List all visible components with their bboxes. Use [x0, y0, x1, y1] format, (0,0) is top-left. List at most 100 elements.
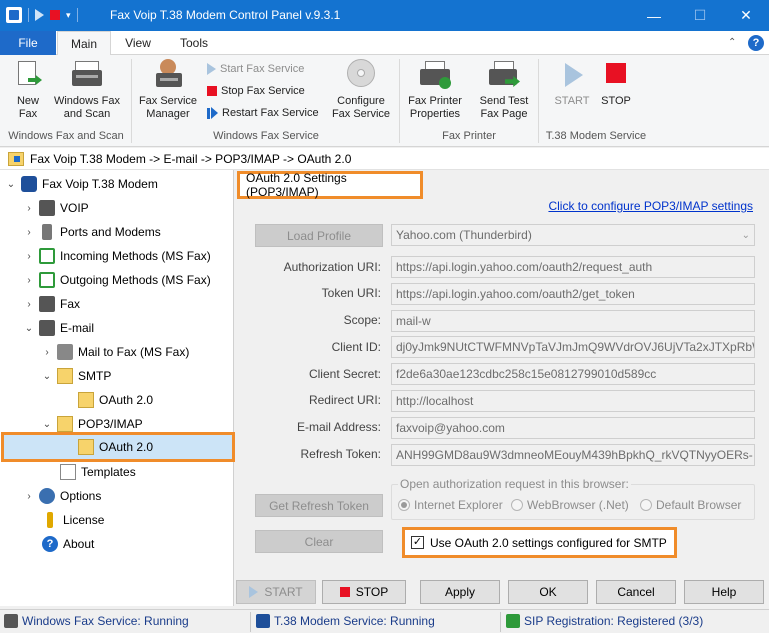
- help-button[interactable]: Help: [684, 580, 764, 604]
- tree-item-smtp-oauth[interactable]: OAuth 2.0: [78, 388, 153, 412]
- status-sip-registration[interactable]: SIP Registration: Registered (3/3): [506, 614, 703, 628]
- t38-start-button[interactable]: START: [552, 59, 592, 108]
- status-modem-service[interactable]: T.38 Modem Service: Running: [256, 614, 435, 628]
- configure-fax-service-button[interactable]: Configure Fax Service: [328, 59, 394, 121]
- token-uri-field[interactable]: https://api.login.yahoo.com/oauth2/get_t…: [391, 283, 755, 305]
- tree-item-templates[interactable]: Templates: [60, 460, 136, 484]
- sip-phone-icon: [506, 614, 520, 628]
- redirect-uri-label: Redirect URI:: [308, 393, 381, 407]
- fax-service-manager-button[interactable]: Fax Service Manager: [136, 59, 200, 121]
- radio-default-browser[interactable]: Default Browser: [640, 498, 741, 512]
- tab-main[interactable]: Main: [57, 31, 111, 56]
- fax-printer-properties-button[interactable]: Fax Printer Properties: [404, 59, 466, 121]
- tree-item-email[interactable]: ⌄ E-mail: [24, 316, 94, 340]
- chevron-down-icon[interactable]: ⌄: [42, 419, 52, 430]
- tree-item-about[interactable]: ? About: [42, 532, 94, 556]
- scope-field[interactable]: mail-w: [391, 310, 755, 332]
- redirect-uri-field[interactable]: http://localhost: [391, 390, 755, 412]
- radio-icon: [640, 499, 652, 511]
- chevron-right-icon[interactable]: ›: [24, 275, 34, 286]
- tree-item-outgoing[interactable]: › Outgoing Methods (MS Fax): [24, 268, 211, 292]
- fax-machine-icon: [71, 59, 103, 91]
- restart-fax-service-button[interactable]: Restart Fax Service: [207, 107, 319, 119]
- group-label-fax-printer: Fax Printer: [442, 130, 496, 142]
- tab-view[interactable]: View: [114, 31, 162, 55]
- clear-button[interactable]: Clear: [255, 530, 383, 553]
- checkbox-checked-icon: ✓: [411, 536, 424, 549]
- email-field[interactable]: faxvoip@yahoo.com: [391, 417, 755, 439]
- tree-item-pop3imap[interactable]: ⌄ POP3/IMAP: [42, 412, 143, 436]
- fax-icon: [39, 296, 55, 312]
- tab-file[interactable]: File: [0, 31, 56, 55]
- minimize-button[interactable]: —: [631, 0, 677, 31]
- profile-select[interactable]: Yahoo.com (Thunderbird) ⌄: [391, 224, 755, 246]
- chevron-right-icon[interactable]: ›: [24, 227, 34, 238]
- chevron-down-icon[interactable]: ⌄: [24, 323, 34, 334]
- key-icon: [47, 512, 53, 528]
- new-fax-button[interactable]: New Fax: [6, 59, 50, 121]
- chevron-right-icon[interactable]: ›: [42, 347, 52, 358]
- client-id-label: Client ID:: [331, 340, 381, 354]
- stop-icon[interactable]: [50, 10, 60, 20]
- breadcrumb: Fax Voip T.38 Modem -> E-mail -> POP3/IM…: [0, 148, 769, 170]
- status-separator: [250, 612, 251, 632]
- tree-item-pop3-oauth-selected[interactable]: OAuth 2.0: [1, 432, 235, 462]
- chevron-down-icon[interactable]: ⌄: [42, 371, 52, 382]
- tree-item-smtp[interactable]: ⌄ SMTP: [42, 364, 111, 388]
- client-id-field[interactable]: dj0yJmk9NUtCTWFMNVpTaVJmJmQ9WVdrOVJ6UjVT…: [391, 336, 755, 358]
- scope-label: Scope:: [343, 313, 381, 327]
- chevron-right-icon[interactable]: ›: [24, 299, 34, 310]
- app-icon: [6, 7, 22, 23]
- chevron-down-icon: ⌄: [741, 229, 750, 241]
- chevron-right-icon[interactable]: ›: [24, 251, 34, 262]
- maximize-button[interactable]: ☐: [677, 0, 723, 31]
- load-profile-button[interactable]: Load Profile: [255, 224, 383, 247]
- tree-item-incoming[interactable]: › Incoming Methods (MS Fax): [24, 244, 211, 268]
- tree-item-voip[interactable]: › VOIP: [24, 196, 89, 220]
- tree-item-ports-modems[interactable]: › Ports and Modems: [24, 220, 161, 244]
- ok-button[interactable]: OK: [508, 580, 588, 604]
- start-fax-service-button[interactable]: Start Fax Service: [207, 63, 304, 75]
- client-secret-field[interactable]: f2de6a30ae123cdbc258c15e0812799010d589cc: [391, 363, 755, 385]
- mail-folder-icon: [57, 416, 73, 432]
- t38-stop-button[interactable]: STOP: [596, 59, 636, 108]
- auth-uri-field[interactable]: https://api.login.yahoo.com/oauth2/reque…: [391, 256, 755, 278]
- tree-item-fax[interactable]: › Fax: [24, 292, 80, 316]
- refresh-token-field[interactable]: ANH99GMD8au9W3dmneoMEouyM439hBpkhQ_rkVQT…: [391, 444, 755, 466]
- tree-item-options[interactable]: › Options: [24, 484, 101, 508]
- send-fax-icon: [488, 59, 520, 91]
- chevron-right-icon[interactable]: ›: [24, 491, 34, 502]
- auth-uri-label: Authorization URI:: [283, 260, 381, 274]
- mail-folder-icon: [57, 368, 73, 384]
- apply-button[interactable]: Apply: [420, 580, 500, 604]
- help-icon[interactable]: ?: [748, 35, 764, 51]
- breadcrumb-path: Fax Voip T.38 Modem -> E-mail -> POP3/IM…: [30, 151, 352, 166]
- play-icon: [556, 59, 588, 91]
- collapse-ribbon-icon[interactable]: ⌃: [728, 37, 736, 48]
- radio-internet-explorer[interactable]: Internet Explorer: [398, 498, 503, 512]
- close-button[interactable]: ✕: [723, 0, 769, 31]
- bottom-stop-button[interactable]: STOP: [322, 580, 406, 604]
- stop-icon: [600, 59, 632, 91]
- title-bar: ▾ Fax Voip T.38 Modem Control Panel v.9.…: [0, 0, 769, 31]
- configure-pop3imap-link[interactable]: Click to configure POP3/IMAP settings: [548, 199, 753, 213]
- status-fax-service[interactable]: Windows Fax Service: Running: [4, 614, 189, 628]
- cancel-button[interactable]: Cancel: [596, 580, 676, 604]
- get-refresh-token-button[interactable]: Get Refresh Token: [255, 494, 383, 517]
- windows-fax-scan-button[interactable]: Windows Fax and Scan: [50, 59, 124, 121]
- radio-webbrowser[interactable]: WebBrowser (.Net): [511, 498, 629, 512]
- tree-item-root[interactable]: ⌄ Fax Voip T.38 Modem: [6, 172, 158, 196]
- group-separator: [538, 59, 539, 143]
- tab-tools[interactable]: Tools: [166, 31, 222, 55]
- send-test-fax-page-button[interactable]: Send Test Fax Page: [474, 59, 534, 121]
- tree-item-license[interactable]: License: [42, 508, 104, 532]
- use-smtp-oauth-checkbox[interactable]: ✓ Use OAuth 2.0 settings configured for …: [402, 527, 677, 558]
- chevron-right-icon[interactable]: ›: [24, 203, 34, 214]
- play-icon[interactable]: [35, 9, 44, 21]
- chevron-down-icon[interactable]: ⌄: [6, 179, 16, 190]
- tree-item-mail-to-fax[interactable]: › Mail to Fax (MS Fax): [42, 340, 189, 364]
- customize-dropdown-icon[interactable]: ▾: [66, 10, 71, 21]
- stop-fax-service-button[interactable]: Stop Fax Service: [207, 85, 305, 97]
- bottom-start-button[interactable]: START: [236, 580, 316, 604]
- modem-service-icon: [256, 614, 270, 628]
